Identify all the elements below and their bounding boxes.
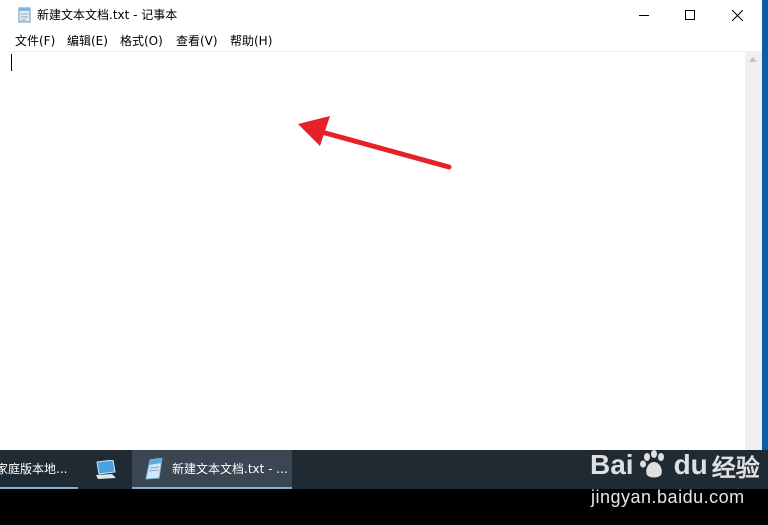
scroll-up-arrow-icon[interactable]	[749, 57, 757, 62]
close-icon	[731, 9, 743, 21]
computer-icon	[96, 459, 116, 479]
watermark-url: jingyan.baidu.com	[591, 487, 745, 507]
baidu-watermark: Bai du 经验	[590, 443, 760, 487]
menu-format[interactable]: 格式(O)	[120, 33, 163, 49]
watermark-brand: Bai	[590, 449, 634, 480]
desktop-edge	[762, 0, 768, 450]
paw-icon	[639, 450, 664, 478]
close-button[interactable]	[713, 0, 761, 30]
taskbar-item-computer[interactable]	[82, 450, 130, 489]
menu-help[interactable]: 帮助(H)	[230, 33, 272, 49]
text-caret	[11, 54, 12, 71]
notepad-icon	[18, 7, 31, 23]
watermark-cn: 经验	[711, 453, 760, 482]
menu-edit[interactable]: 编辑(E)	[67, 33, 108, 49]
vertical-scrollbar[interactable]	[745, 51, 762, 450]
menu-bar: 文件(F) 编辑(E) 格式(O) 查看(V) 帮助(H)	[0, 30, 768, 51]
text-editor-area[interactable]	[8, 51, 745, 451]
menu-file[interactable]: 文件(F)	[15, 33, 55, 49]
maximize-button[interactable]	[667, 0, 713, 30]
window-border	[0, 51, 8, 450]
taskbar-item-notepad[interactable]: 新建文本文档.txt - ...	[132, 450, 292, 489]
maximize-icon	[685, 10, 695, 20]
notepad-icon	[145, 457, 163, 480]
minimize-icon	[639, 15, 649, 16]
taskbar-item-app[interactable]: 家庭版本地...	[0, 450, 78, 489]
minimize-button[interactable]	[621, 0, 667, 30]
taskbar-item-label: 家庭版本地...	[0, 462, 68, 476]
notepad-window: 新建文本文档.txt - 记事本 文件(F) 编辑(E) 格式(O) 查看(V)…	[0, 0, 768, 451]
title-bar[interactable]: 新建文本文档.txt - 记事本	[0, 0, 768, 30]
watermark-brand-suffix: du	[673, 449, 708, 480]
menu-view[interactable]: 查看(V)	[176, 33, 218, 49]
window-title: 新建文本文档.txt - 记事本	[37, 8, 178, 22]
taskbar-item-label: 新建文本文档.txt - ...	[172, 462, 288, 476]
